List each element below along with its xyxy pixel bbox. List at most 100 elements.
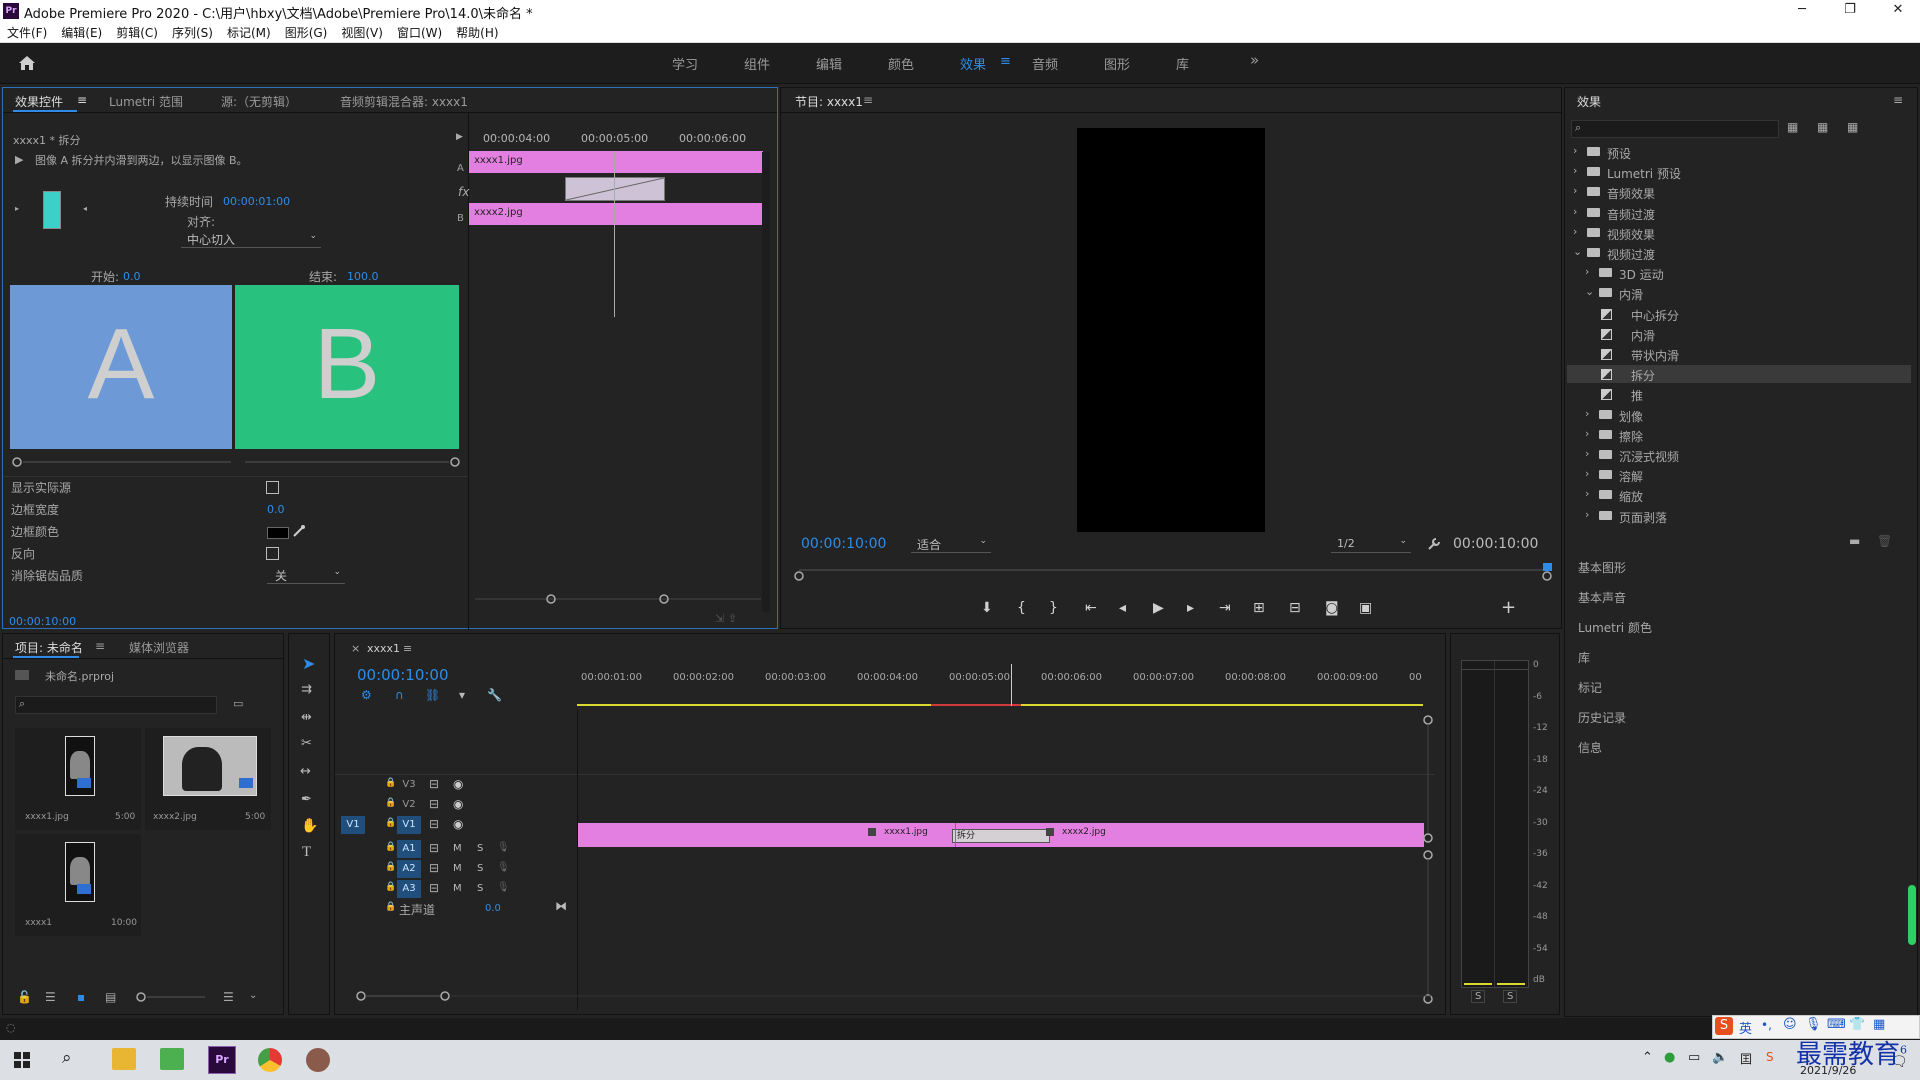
ime-grid-icon[interactable]: ▦ <box>1873 1017 1885 1032</box>
master-value[interactable]: 0.0 <box>485 903 501 914</box>
chevron-right-icon[interactable]: › <box>1573 144 1577 157</box>
direction-left-icon[interactable]: ▸ <box>15 204 19 213</box>
border-color-swatch[interactable] <box>267 527 289 539</box>
ime-punct-icon[interactable]: •, <box>1761 1018 1772 1032</box>
snap-icon[interactable]: ∩ <box>395 688 404 702</box>
panel-markers[interactable]: 标记 <box>1578 679 1602 696</box>
chevron-right-icon[interactable]: › <box>1573 164 1577 177</box>
chevron-right-icon[interactable]: › <box>1585 447 1589 460</box>
workspace-assembly[interactable]: 组件 <box>744 54 770 73</box>
meter-solo-left[interactable]: S <box>1471 990 1486 1003</box>
sync-lock-icon[interactable]: ⊟ <box>429 841 439 855</box>
chevron-right-icon[interactable]: › <box>1573 205 1577 218</box>
duration-value[interactable]: 00:00:01:00 <box>223 195 290 208</box>
delete-icon[interactable]: 🗑 <box>1877 534 1892 548</box>
add-button-icon[interactable]: + <box>1501 597 1516 618</box>
timeline-timecode[interactable]: 00:00:10:00 <box>357 666 449 684</box>
tab-effect-controls[interactable]: 效果控件 <box>15 93 63 110</box>
workspace-graphics[interactable]: 图形 <box>1104 54 1130 73</box>
effects-tree-item[interactable]: › 视频效果 <box>1567 224 1911 242</box>
tab-source[interactable]: 源:（无剪辑） <box>221 93 297 110</box>
panel-menu-icon[interactable]: ≡ <box>863 93 873 107</box>
chevron-right-icon[interactable]: › <box>1585 467 1589 480</box>
effects-tree-item[interactable]: › 溶解 <box>1567 466 1911 484</box>
reverse-checkbox[interactable] <box>266 547 279 560</box>
source-patch-v1[interactable]: V1 <box>341 816 365 834</box>
export-frame-icon[interactable]: ⇲ ⇪ <box>715 612 737 625</box>
workspace-libraries[interactable]: 库 <box>1176 54 1189 73</box>
lock-icon[interactable]: 🔒 <box>385 778 396 788</box>
avatar-app-icon[interactable] <box>306 1048 330 1072</box>
project-item-3[interactable]: xxxx1 10:00 <box>15 834 141 936</box>
lock-icon[interactable]: 🔒 <box>385 818 396 828</box>
lock-icon[interactable]: 🔓 <box>17 990 32 1004</box>
menu-file[interactable]: 文件(F) <box>0 22 54 43</box>
effects-search-input[interactable]: ⌕ <box>1571 120 1779 138</box>
track-target[interactable]: A3 <box>397 880 421 898</box>
linked-selection-icon[interactable]: ⛓ <box>425 688 440 702</box>
solo-button[interactable]: S <box>477 843 483 854</box>
eye-icon[interactable]: ◉ <box>453 797 463 811</box>
sync-lock-icon[interactable]: ⊟ <box>429 861 439 875</box>
search-icon[interactable]: ⌕ <box>62 1048 72 1068</box>
menu-help[interactable]: 帮助(H) <box>449 22 505 43</box>
show-source-checkbox[interactable] <box>266 481 279 494</box>
tab-audio-clip-mixer[interactable]: 音频剪辑混合器: xxxx1 <box>340 93 468 110</box>
track-target[interactable]: V1 <box>397 816 421 834</box>
effects-tree-item[interactable]: 拆分 <box>1567 365 1911 384</box>
border-width-value[interactable]: 0.0 <box>267 503 285 516</box>
v1-clip-track[interactable]: xxxx1.jpg 拆分 xxxx2.jpg <box>578 823 1424 847</box>
lock-icon[interactable]: 🔒 <box>385 882 396 892</box>
menu-sequence[interactable]: 序列(S) <box>165 22 220 43</box>
start-end-sliders[interactable] <box>9 456 461 468</box>
effects-tree-item[interactable]: 带状内滑 <box>1567 345 1911 363</box>
play-transition-icon[interactable]: ▶ <box>15 153 23 166</box>
ec-zoom-scrollbar[interactable] <box>473 594 763 604</box>
go-to-end-icon[interactable]: ⧓ <box>555 899 567 913</box>
collapse-arrow-icon[interactable]: ▶ <box>456 132 463 142</box>
nest-icon[interactable]: ⚙ <box>361 688 372 702</box>
effects-tree-item[interactable]: 推 <box>1567 385 1911 403</box>
workspace-effects[interactable]: 效果 <box>960 54 986 73</box>
program-scrubber[interactable] <box>791 562 1555 582</box>
ec-clip-b[interactable]: xxxx2.jpg <box>469 203 763 225</box>
mark-in-icon[interactable]: { <box>1017 600 1026 616</box>
add-marker-icon[interactable]: ⬇ <box>981 600 993 616</box>
chevron-right-icon[interactable]: › <box>1585 508 1589 521</box>
effects-tree-item[interactable]: › 划像 <box>1567 406 1911 424</box>
export-frame-camera-icon[interactable]: ◙ <box>1325 600 1339 616</box>
menu-marker[interactable]: 标记(M) <box>220 22 278 43</box>
panel-menu-icon[interactable]: ≡ <box>403 642 412 655</box>
direction-right-icon[interactable]: ◂ <box>83 204 87 213</box>
voiceover-mic-icon[interactable]: 🎙 <box>497 842 510 853</box>
chevron-right-icon[interactable]: › <box>1585 407 1589 420</box>
track-target[interactable]: V3 <box>397 776 421 794</box>
minimize-button[interactable]: ─ <box>1782 2 1822 20</box>
icon-view-icon[interactable]: ▪ <box>77 990 85 1004</box>
32bit-effects-icon[interactable]: ▦ <box>1817 120 1828 134</box>
panel-lumetri-color[interactable]: Lumetri 颜色 <box>1578 619 1652 636</box>
chevron-down-icon[interactable]: ⌄ <box>1573 245 1582 258</box>
timeline-playhead[interactable] <box>1011 664 1012 706</box>
workspace-audio[interactable]: 音频 <box>1032 54 1058 73</box>
tab-lumetri-scopes[interactable]: Lumetri 范围 <box>109 93 183 110</box>
menu-clip[interactable]: 剪辑(C) <box>109 22 165 43</box>
ime-lang-icon[interactable]: 囯 <box>1740 1050 1752 1067</box>
hand-tool-icon[interactable]: ✋ <box>301 818 318 834</box>
effects-tree-item[interactable]: › 音频效果 <box>1567 183 1911 201</box>
workspace-menu-icon[interactable]: ≡ <box>1000 54 1011 69</box>
timeline-tab[interactable]: xxxx1 <box>367 642 400 655</box>
solo-button[interactable]: S <box>477 863 483 874</box>
sogou-icon[interactable]: S <box>1766 1050 1774 1064</box>
razor-tool-icon[interactable]: ✂ <box>301 736 312 751</box>
extract-icon[interactable]: ⊟ <box>1289 600 1301 616</box>
sync-lock-icon[interactable]: ⊟ <box>429 777 439 791</box>
lock-icon[interactable]: 🔒 <box>385 902 396 912</box>
mute-button[interactable]: M <box>453 883 462 894</box>
maximize-button[interactable]: ❐ <box>1830 2 1870 20</box>
play-icon[interactable]: ▶ <box>1153 600 1164 616</box>
solo-button[interactable]: S <box>477 883 483 894</box>
lock-icon[interactable]: 🔒 <box>385 842 396 852</box>
resolution-dropdown[interactable]: 1/2 ⌄ <box>1331 536 1411 553</box>
effects-tree-item[interactable]: › 缩放 <box>1567 486 1911 504</box>
